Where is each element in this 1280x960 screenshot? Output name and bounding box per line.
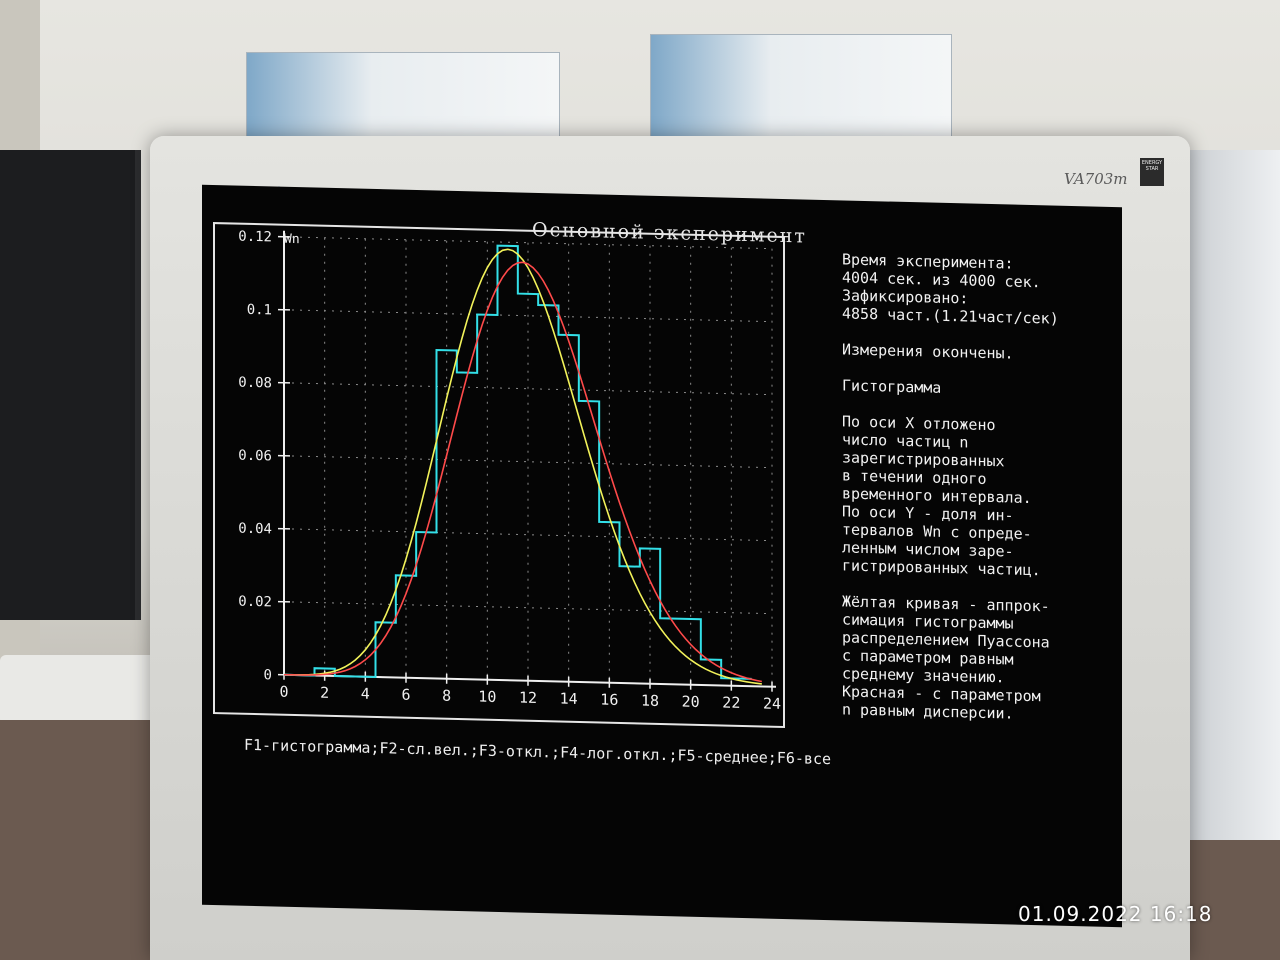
y-tick-label: 0.08 — [238, 375, 272, 392]
grid-line-y — [284, 455, 772, 469]
x-tick-label: 10 — [478, 688, 496, 706]
info-panel: Время эксперимента: 4004 сек. из 4000 сек… — [842, 250, 1122, 725]
chart-marks — [283, 244, 762, 685]
x-tick-label: 4 — [361, 685, 370, 703]
x-tick-label: 24 — [763, 694, 781, 712]
x-tick-label: 22 — [722, 693, 740, 711]
x-tick-label: 6 — [401, 686, 410, 704]
chart-ticks: 0 2 4 6 8 10 12 14 16 18 20 22 2400.020.040.060.080.… — [238, 229, 781, 713]
poisson-curve — [283, 261, 762, 683]
y-tick-label: 0.1 — [247, 302, 272, 319]
energy-star-icon: ENERGY STAR — [1140, 158, 1164, 186]
monitor-bezel: VA703m ENERGY STAR Основной эксперимент … — [150, 136, 1190, 960]
y-axis-label: Wn — [284, 232, 300, 247]
histogram-chart: 0 2 4 6 8 10 12 14 16 18 20 22 2400.020.040.060.080.… — [213, 222, 785, 729]
neighbor-monitor — [0, 150, 141, 620]
x-tick-label: 14 — [560, 690, 578, 708]
keyboard — [0, 655, 170, 725]
crt-screen: Основной эксперимент 0 2 4 6 8 10 12 14 16 18 20 22… — [202, 184, 1122, 928]
monitor-model: VA703m — [1064, 170, 1128, 188]
grid-line-y — [284, 382, 772, 396]
chart-axes — [283, 230, 776, 688]
y-tick-label: 0.04 — [238, 521, 272, 538]
x-tick-label: 18 — [641, 691, 659, 709]
x-tick-label: 2 — [320, 684, 329, 702]
y-tick-label: 0.06 — [238, 448, 272, 465]
x-tick-label: 8 — [442, 687, 451, 705]
poisson-curve — [283, 248, 762, 685]
x-tick-label: 12 — [519, 689, 537, 707]
x-tick-label: 0 — [279, 683, 288, 701]
side-device — [1180, 150, 1280, 840]
y-tick-label: 0 — [264, 667, 272, 683]
y-tick-label: 0.12 — [238, 229, 272, 246]
photo-timestamp: 01.09.2022 16:18 — [1018, 902, 1213, 926]
x-tick-label: 16 — [600, 690, 618, 708]
grid-line-y — [284, 236, 772, 250]
y-tick-label: 0.02 — [238, 594, 272, 611]
histogram-steps — [284, 244, 752, 680]
x-tick-label: 20 — [682, 692, 700, 710]
